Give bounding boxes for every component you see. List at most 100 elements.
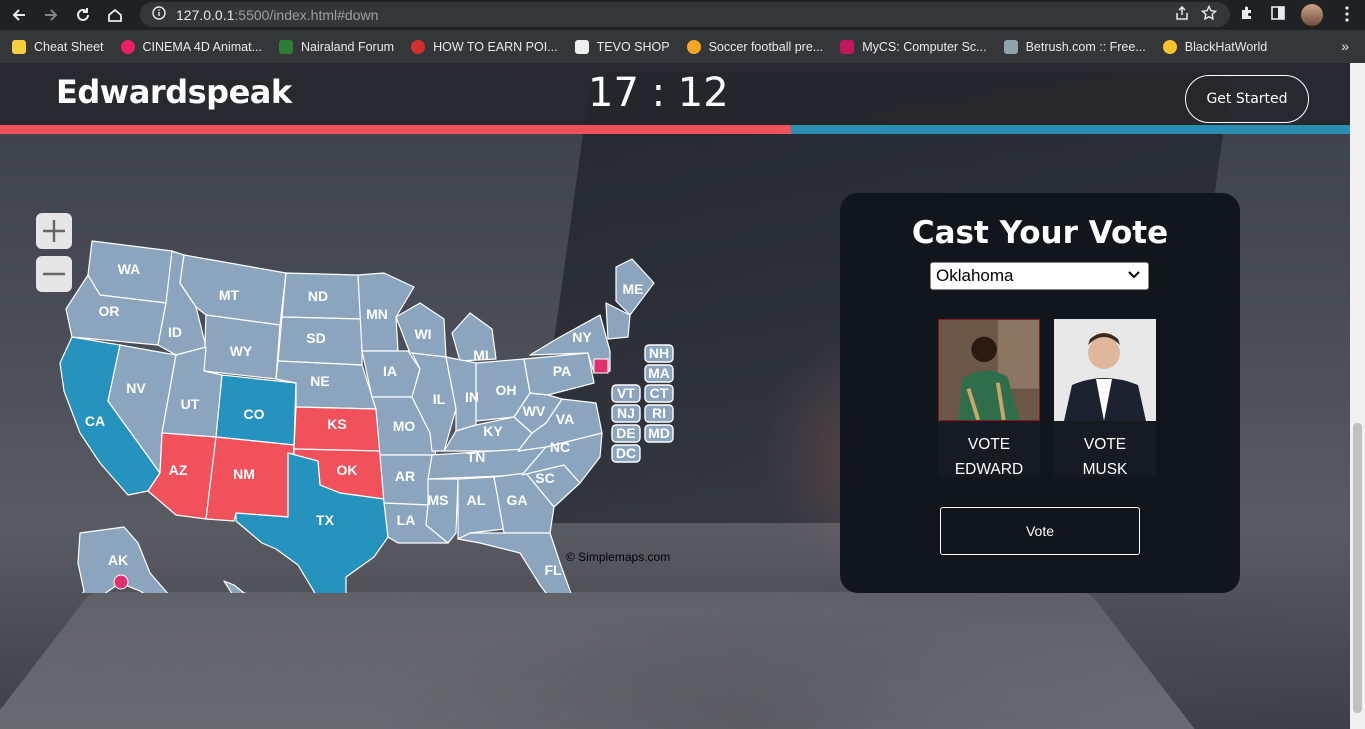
state-label-wa: WA [118,261,141,277]
side-panel-icon[interactable] [1270,5,1286,26]
us-map: WA OR CA NV ID MT WY UT AZ CO NM ND SD NE KS OK TX MN IA MO… [59,240,674,593]
state-label-sc: SC [535,470,554,486]
state-label-ms: MS [428,492,449,508]
reload-icon[interactable] [70,2,96,28]
scrollbar-thumb[interactable] [1353,423,1362,713]
small-state-label-ct: CT [650,385,669,401]
info-icon[interactable] [152,6,166,23]
bookmark-icon [574,39,589,54]
state-label-nv: NV [126,380,146,396]
state-label-ny: NY [572,329,592,345]
vote-card: Cast Your Vote Oklahoma VOTE EDWARD VOTE… [840,193,1240,593]
small-state-box-ct[interactable]: CT [644,384,674,403]
state-label-sd: SD [306,330,325,346]
small-state-box-nh[interactable]: NH [644,344,674,363]
share-icon[interactable] [1174,5,1190,26]
small-state-box-de[interactable]: DE [611,424,641,443]
candidate-musk-label: VOTE MUSK [1082,436,1128,478]
state-label-ne: NE [310,373,329,389]
page-scrollbar[interactable] [1350,63,1365,729]
bookmark-item[interactable]: Cheat Sheet [12,39,104,54]
small-state-box-ma[interactable]: MA [644,364,674,383]
state-label-mi: MI [473,347,489,363]
marker-alaska[interactable] [113,574,129,590]
marker-northeast[interactable] [593,358,609,374]
state-label-or: OR [99,303,120,319]
bookmark-item[interactable]: CINEMA 4D Animat... [120,39,262,54]
state-label-al: AL [467,492,486,508]
small-state-label-ma: MA [648,365,670,381]
url-path: :5500/index.html#down [234,6,379,23]
avatar[interactable] [1301,4,1323,26]
state-label-ak: AK [108,552,128,568]
browser-actions [1176,0,1365,30]
small-state-label-nj: NJ [617,405,635,421]
state-label-ok: OK [337,462,358,478]
state-label-me: ME [623,281,644,297]
more-bookmarks-icon[interactable]: » [1341,38,1349,54]
bookmark-icon [411,39,426,54]
state-label-ga: GA [507,492,528,508]
home-icon[interactable] [102,2,128,28]
browser-toolbar: 127.0.0.1:5500/index.html#down [0,0,1365,30]
vote-button[interactable]: Vote [940,507,1140,555]
vote-title: Cast Your Vote [911,215,1169,251]
site-header: Edwardspeak 17 : 12 Get Started [0,63,1350,125]
state-label-tx: TX [316,512,335,528]
state-label-nc: NC [550,439,570,455]
state-label-la: LA [397,512,416,528]
small-state-label-ri: RI [652,405,666,421]
candidate-edward[interactable]: VOTE EDWARD [938,319,1040,478]
bookmark-icon [1162,39,1177,54]
small-state-box-md[interactable]: MD [644,424,674,443]
bookmark-icon [120,39,135,54]
url-host: 127.0.0.1 [176,6,235,23]
bookmark-item[interactable]: BlackHatWorld [1162,39,1267,54]
bookmark-item[interactable]: Nairaland Forum [278,39,394,54]
bookmarks-bar: Cheat Sheet CINEMA 4D Animat... Nairalan… [0,30,1365,63]
state-label-mn: MN [366,306,388,322]
site-logo[interactable]: Edwardspeak [56,73,292,111]
bookmark-star-icon[interactable] [1200,4,1218,26]
get-started-button[interactable]: Get Started [1185,75,1309,123]
state-label-mt: MT [219,287,240,303]
state-label-oh: OH [496,382,517,398]
map-credit[interactable]: © Simplemaps.com [566,550,670,564]
state-label-in: IN [465,389,479,405]
menu-dots-icon[interactable] [1345,6,1349,27]
state-label-ks: KS [327,416,346,432]
small-state-label-de: DE [616,425,635,441]
bookmark-icon [12,39,26,54]
address-bar[interactable]: 127.0.0.1:5500/index.html#down [140,2,1230,27]
state-label-fl: FL [544,562,562,578]
bookmark-icon [1003,39,1018,54]
state-label-ar: AR [395,468,415,484]
small-state-box-ri[interactable]: RI [644,404,674,423]
small-state-label-vt: VT [617,385,635,401]
back-icon[interactable] [6,2,32,28]
state-label-wy: WY [230,343,253,359]
small-state-box-vt[interactable]: VT [611,384,641,403]
bookmark-icon [686,39,701,54]
extensions-icon[interactable] [1239,5,1255,26]
state-select[interactable]: Oklahoma [930,262,1149,290]
bookmark-item[interactable]: MyCS: Computer Sc... [840,39,987,54]
bookmark-item[interactable]: TEVO SHOP [574,39,670,54]
state-label-az: AZ [169,462,188,478]
small-state-box-dc[interactable]: DC [611,444,641,463]
bookmark-item[interactable]: Soccer football pre... [686,39,823,54]
state-label-nd: ND [308,288,328,304]
state-label-nm: NM [233,466,255,482]
state-label-ky: KY [483,423,503,439]
small-state-label-dc: DC [616,445,636,461]
bookmark-item[interactable]: HOW TO EARN POI... [411,39,558,54]
state-HI[interactable] [223,580,270,593]
small-state-label-nh: NH [649,345,669,361]
state-label-co: CO [244,406,265,422]
forward-icon[interactable] [38,2,64,28]
state-label-ia: IA [383,363,397,379]
small-state-box-nj[interactable]: NJ [611,404,641,423]
bookmark-item[interactable]: Betrush.com :: Free... [1003,39,1146,54]
small-state-label-md: MD [648,425,670,441]
candidate-musk[interactable]: VOTE MUSK [1054,319,1156,478]
